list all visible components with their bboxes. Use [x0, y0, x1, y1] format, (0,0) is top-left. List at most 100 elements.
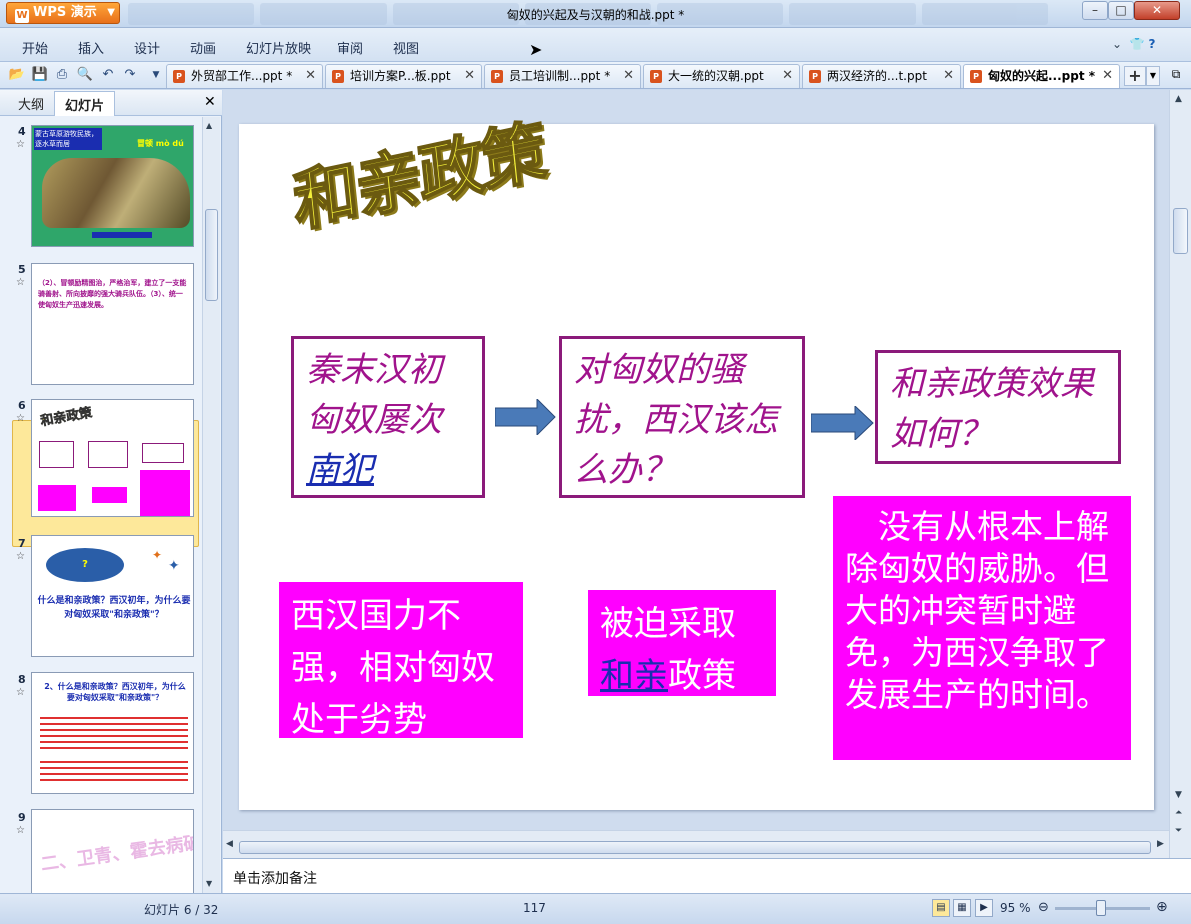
pane-tabs: 大纲 幻灯片 ✕ — [0, 90, 222, 116]
mini-box — [39, 441, 74, 468]
tab-close-icon[interactable]: ✕ — [1102, 65, 1113, 87]
menu-slideshow[interactable]: 幻灯片放映 — [246, 38, 311, 57]
animation-star-icon: ☆ — [16, 687, 25, 698]
customize-toolbar-icon[interactable]: ▼ — [147, 66, 165, 84]
tab-list-dropdown[interactable]: ▼ — [1146, 66, 1160, 86]
tab-doc-4[interactable]: P 大一统的汉朝.ppt ✕ — [643, 64, 800, 88]
thumbnail-slide-5[interactable]: （2）、冒顿励精图治，严格治军，建立了一支能骑善射、所向披靡的强大骑兵队伍。（3… — [31, 263, 194, 385]
cloud-shape: ? — [46, 548, 124, 582]
tab-close-icon[interactable]: ✕ — [782, 65, 793, 87]
pink-box-forced[interactable]: 被迫采取 和亲政策 — [588, 590, 776, 696]
previous-slide-icon[interactable]: ⏶ — [1175, 808, 1182, 818]
mini-box — [88, 441, 128, 468]
tab-doc-2[interactable]: P 培训方案P...板.ppt ✕ — [325, 64, 482, 88]
hyperlink-heqin[interactable]: 和亲 — [600, 656, 668, 696]
tab-doc-3[interactable]: P 员工培训制...ppt * ✕ — [484, 64, 641, 88]
sparkle-icon: ✦ — [168, 558, 180, 574]
next-slide-icon[interactable]: ⏷ — [1175, 826, 1182, 836]
tab-close-icon[interactable]: ✕ — [943, 65, 954, 87]
zoom-out-icon[interactable]: ⊖ — [1038, 900, 1049, 915]
chevron-down-icon[interactable]: ⌄ — [1112, 37, 1122, 51]
thumbnail-slide-9[interactable]: 二、卫青、霍去病破匈奴 — [31, 809, 194, 893]
redo-icon[interactable]: ↷ — [121, 66, 139, 84]
print-preview-icon[interactable]: 🔍 — [76, 66, 94, 84]
save-icon[interactable]: 💾 — [31, 66, 49, 84]
maximize-button[interactable]: □ — [1108, 1, 1134, 20]
tab-doc-active[interactable]: P 匈奴的兴起...ppt * ✕ — [963, 64, 1120, 88]
tab-close-icon[interactable]: ✕ — [464, 65, 475, 87]
tab-doc-1[interactable]: P 外贸部工作...ppt * ✕ — [166, 64, 323, 88]
tab-close-icon[interactable]: ✕ — [623, 65, 634, 87]
title-bar: W WPS 演示 ▼ 匈奴的兴起及与汉朝的和战.ppt * – □ ✕ — [0, 0, 1191, 28]
scroll-down-icon[interactable]: ▼ — [1175, 790, 1182, 800]
thumbnail-slide-8[interactable]: 2、什么是和亲政策？西汉初年，为什么要对匈奴采取"和亲政策"？ — [31, 672, 194, 794]
scrollbar-thumb[interactable] — [205, 209, 218, 301]
minimize-button[interactable]: – — [1082, 1, 1108, 20]
normal-view-icon[interactable]: ▤ — [932, 899, 950, 917]
skin-icon[interactable]: 👕 — [1130, 37, 1145, 51]
menu-home[interactable]: 开始 — [22, 38, 48, 57]
scrollbar-thumb[interactable] — [239, 841, 1151, 854]
thumbnail-slide-6[interactable]: 和亲政策 — [31, 399, 194, 517]
sorter-view-icon[interactable]: ▦ — [953, 899, 971, 917]
slideshow-view-icon[interactable]: ▶ — [975, 899, 993, 917]
menu-view[interactable]: 视图 — [393, 38, 419, 57]
animation-star-icon: ☆ — [16, 277, 25, 288]
close-pane-icon[interactable]: ✕ — [204, 94, 216, 110]
zoom-in-icon[interactable]: ⊕ — [1156, 899, 1168, 915]
menu-insert[interactable]: 插入 — [78, 38, 104, 57]
right-arrow-icon — [811, 406, 874, 440]
animation-star-icon: ☆ — [16, 413, 25, 424]
menu-animation[interactable]: 动画 — [190, 38, 216, 57]
ppt-file-icon: P — [491, 70, 503, 83]
scroll-right-icon[interactable]: ▶ — [1157, 839, 1164, 849]
pink-box-result[interactable]: 没有从根本上解除匈奴的威胁。但大的冲突暂时避免，为西汉争取了发展生产的时间。 — [833, 496, 1131, 760]
animation-star-icon: ☆ — [16, 139, 25, 150]
new-tab-button[interactable]: + — [1124, 66, 1146, 86]
text-box-harass[interactable]: 对匈奴的骚扰，西汉该怎么办？ — [559, 336, 805, 498]
animation-star-icon: ☆ — [16, 551, 25, 562]
horizontal-scrollbar[interactable]: ◀ ▶ — [223, 830, 1169, 858]
scroll-down-icon[interactable]: ▼ — [206, 879, 212, 888]
horsemen-image — [42, 158, 190, 228]
scrollbar-thumb[interactable] — [1173, 208, 1188, 254]
slide[interactable]: 和亲政策 秦末汉初 匈奴屡次 南犯 对匈奴的骚扰，西汉该怎么办？ 和亲政策效果如… — [239, 110, 1154, 810]
pink-box-weak[interactable]: 西汉国力不强，相对匈奴处于劣势 — [279, 582, 523, 738]
ppt-file-icon: P — [809, 70, 821, 83]
thumbnail-scrollbar[interactable]: ▲ ▼ — [202, 117, 220, 893]
tab-slides[interactable]: 幻灯片 — [54, 91, 116, 116]
hyperlink-nanfan[interactable]: 南犯 — [306, 445, 470, 495]
undo-icon[interactable]: ↶ — [99, 66, 117, 84]
thumbnail-slide-4[interactable]: 蒙古草原游牧民族，逐水草而居 冒顿 mò dú — [31, 125, 194, 247]
vertical-scrollbar[interactable]: ▲ ▼ ⏶ ⏷ — [1169, 90, 1191, 858]
ppt-file-icon: P — [173, 70, 185, 83]
text-box-effect[interactable]: 和亲政策效果如何？ — [875, 350, 1121, 464]
tab-outline[interactable]: 大纲 — [18, 94, 44, 113]
menu-design[interactable]: 设计 — [134, 38, 160, 57]
tab-doc-5[interactable]: P 两汉经济的...t.ppt ✕ — [802, 64, 961, 88]
mini-pink — [38, 485, 76, 511]
tab-close-icon[interactable]: ✕ — [305, 65, 316, 87]
right-arrow-icon — [495, 399, 556, 435]
print-icon[interactable]: ⎙ — [53, 66, 71, 84]
menu-review[interactable]: 审阅 — [337, 38, 363, 57]
restore-document-icon[interactable]: ⧉ — [1166, 67, 1186, 85]
mini-pink — [92, 487, 127, 503]
thumbnail-slide-7[interactable]: ? ✦ ✦ 什么是和亲政策？西汉初年，为什么要对匈奴采取"和亲政策"？ — [31, 535, 194, 657]
text-box-qin-han[interactable]: 秦末汉初 匈奴屡次 南犯 — [291, 336, 485, 498]
notes-area[interactable]: 单击添加备注 — [223, 858, 1191, 893]
close-button[interactable]: ✕ — [1134, 1, 1180, 20]
status-bar: 幻灯片 6 / 32 117 ▤ ▦ ▶ 95 % ⊖ ⊕ — [0, 893, 1191, 924]
help-icon[interactable]: ? — [1148, 37, 1155, 51]
open-folder-icon[interactable]: 📂 — [8, 66, 26, 84]
scroll-left-icon[interactable]: ◀ — [226, 839, 233, 849]
status-middle: 117 — [523, 901, 546, 915]
scroll-up-icon[interactable]: ▲ — [1175, 94, 1182, 104]
zoom-slider-handle[interactable] — [1096, 900, 1106, 916]
thumb-number: 4 — [18, 125, 26, 138]
zoom-level: 95 % — [1000, 901, 1031, 915]
scroll-up-icon[interactable]: ▲ — [206, 121, 212, 130]
menu-bar: 开始 插入 设计 动画 幻灯片放映 审阅 视图 ⌄ 👕 ? — [0, 28, 1191, 62]
ppt-file-icon: P — [970, 70, 982, 83]
ppt-file-icon: P — [650, 70, 662, 83]
